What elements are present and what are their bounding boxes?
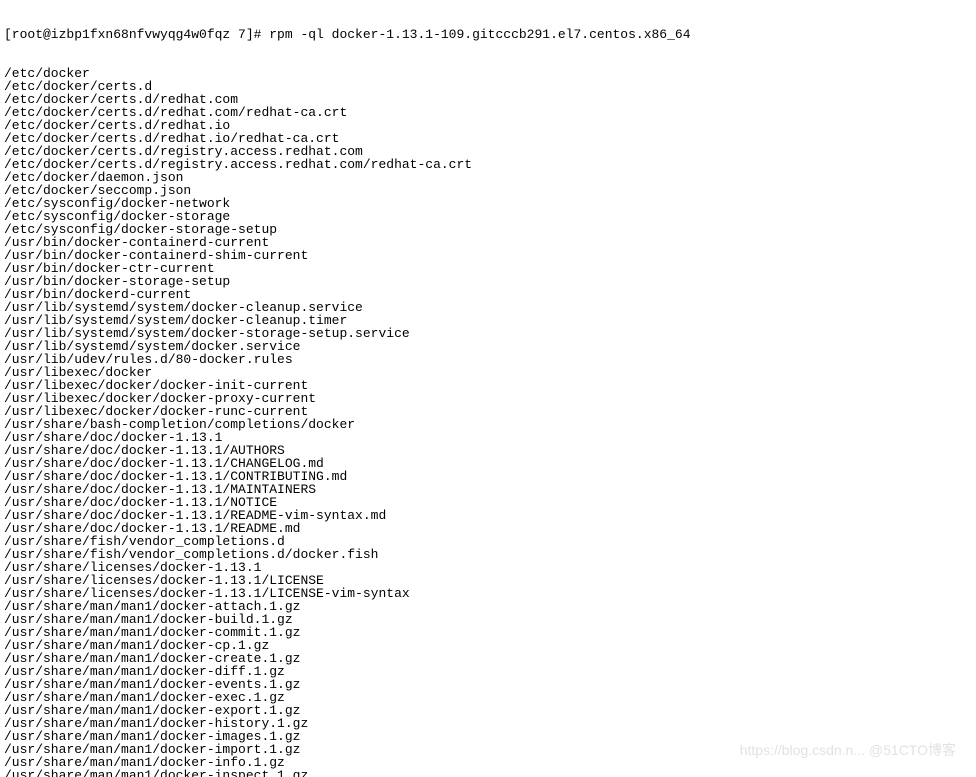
output-container: /etc/docker/etc/docker/certs.d/etc/docke… xyxy=(4,67,972,777)
prompt-line: [root@izbp1fxn68nfvwyqg4w0fqz 7]# rpm -q… xyxy=(4,28,972,41)
output-line: /usr/share/man/man1/docker-inspect.1.gz xyxy=(4,769,972,777)
terminal-output[interactable]: [root@izbp1fxn68nfvwyqg4w0fqz 7]# rpm -q… xyxy=(0,0,976,777)
